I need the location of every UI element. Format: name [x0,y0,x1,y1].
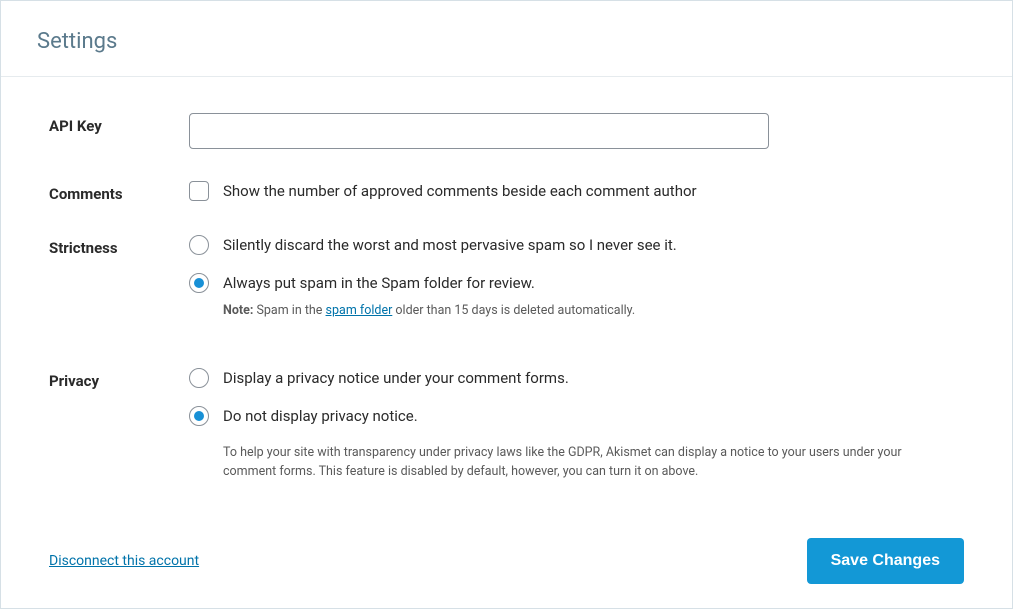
strictness-note-before: Spam in the [253,303,325,318]
comments-row: Comments Show the number of approved com… [49,181,964,203]
panel-body: API Key Comments Show the number of appr… [1,77,1012,534]
privacy-radio-hide-label: Do not display privacy notice. [223,407,418,425]
disconnect-account-link[interactable]: Disconnect this account [49,553,199,569]
strictness-radio-discard[interactable] [189,235,209,255]
strictness-option-discard: Silently discard the worst and most perv… [189,235,964,255]
strictness-label: Strictness [49,235,189,257]
comments-checkbox[interactable] [189,181,209,201]
panel-header: Settings [1,1,1012,77]
strictness-radio-review[interactable] [189,273,209,293]
strictness-note: Note: Spam in the spam folder older than… [223,303,964,318]
strictness-radio-review-label: Always put spam in the Spam folder for r… [223,274,535,292]
strictness-note-after: older than 15 days is deleted automatica… [392,303,635,318]
strictness-note-prefix: Note: [223,303,253,318]
privacy-radio-hide[interactable] [189,406,209,426]
api-key-label: API Key [49,113,189,135]
comments-label: Comments [49,181,189,203]
privacy-label: Privacy [49,368,189,390]
strictness-radio-discard-label: Silently discard the worst and most perv… [223,236,677,254]
comments-content: Show the number of approved comments bes… [189,181,964,201]
api-key-row: API Key [49,113,964,149]
privacy-row: Privacy Display a privacy notice under y… [49,368,964,482]
privacy-helper-text: To help your site with transparency unde… [223,444,943,482]
spam-folder-link[interactable]: spam folder [326,303,393,318]
privacy-radio-display[interactable] [189,368,209,388]
privacy-content: Display a privacy notice under your comm… [189,368,964,482]
privacy-option-hide: Do not display privacy notice. [189,406,964,426]
api-key-content [189,113,964,149]
api-key-input[interactable] [189,113,769,149]
comments-checkbox-row: Show the number of approved comments bes… [189,181,964,201]
page-title: Settings [37,29,976,54]
privacy-option-display: Display a privacy notice under your comm… [189,368,964,388]
privacy-radio-display-label: Display a privacy notice under your comm… [223,369,569,387]
strictness-row: Strictness Silently discard the worst an… [49,235,964,336]
save-changes-button[interactable]: Save Changes [807,538,964,584]
settings-panel: Settings API Key Comments Show the numbe… [0,0,1013,609]
panel-footer: Disconnect this account Save Changes [49,538,964,584]
comments-checkbox-label: Show the number of approved comments bes… [223,182,697,200]
strictness-content: Silently discard the worst and most perv… [189,235,964,336]
strictness-option-review: Always put spam in the Spam folder for r… [189,273,964,293]
